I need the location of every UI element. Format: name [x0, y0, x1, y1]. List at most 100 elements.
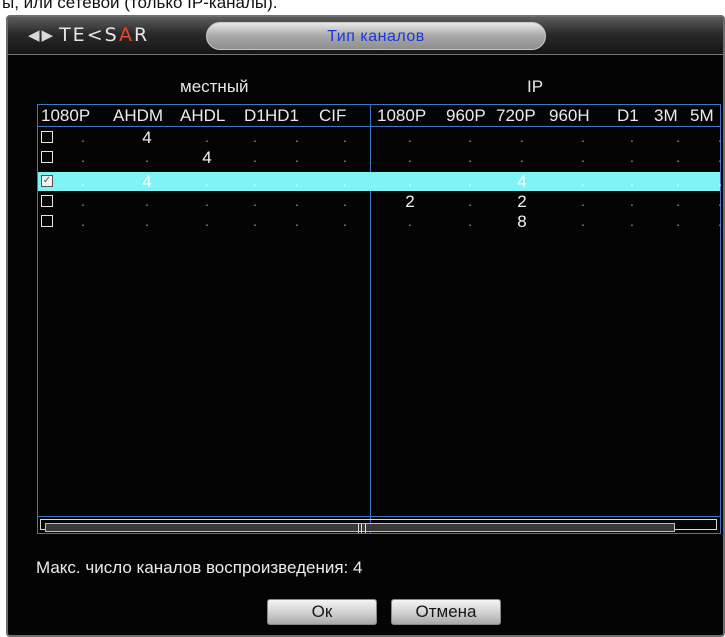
column-header-local-cif: CIF [319, 106, 347, 125]
empty-cell-ip-d1[interactable]: . [628, 212, 636, 230]
empty-cell-ip-1080p[interactable]: . [406, 172, 414, 190]
empty-cell-local-ahdm[interactable]: . [143, 192, 151, 210]
empty-cell-ip-3m[interactable]: . [674, 192, 682, 210]
empty-cell-local-1080p[interactable]: . [79, 192, 87, 210]
channel-type-dialog: ◀▶ TE<SAR Тип каналов местный IP 1080P AH… [6, 15, 725, 637]
empty-cell-local-hd1[interactable]: . [293, 212, 301, 230]
channel-count-local-ahdm[interactable]: 4 [130, 128, 164, 147]
empty-cell-local-1080p[interactable]: . [79, 128, 87, 146]
empty-cell-local-d1[interactable]: . [251, 128, 259, 146]
empty-cell-ip-d1[interactable]: . [628, 192, 636, 210]
empty-cell-local-hd1[interactable]: . [293, 148, 301, 166]
ok-button[interactable]: Ок [267, 599, 377, 625]
empty-cell-ip-5m[interactable]: . [716, 148, 723, 166]
empty-cell-local-d1[interactable]: . [251, 212, 259, 230]
empty-cell-ip-960h[interactable]: . [579, 212, 587, 230]
column-header-local-hd1: HD1 [265, 106, 300, 125]
scroll-track[interactable] [40, 519, 717, 533]
empty-cell-local-ahdm[interactable]: . [143, 212, 151, 230]
empty-cell-ip-1080p[interactable]: . [406, 128, 414, 146]
empty-cell-local-d1[interactable]: . [251, 172, 259, 190]
empty-cell-local-cif[interactable]: . [341, 212, 349, 230]
channel-row[interactable]: ✓. 4...... 4.... [38, 172, 722, 191]
channel-row[interactable]: .. 4.......... [38, 148, 722, 167]
dialog-title: Тип каналов [327, 28, 425, 45]
empty-cell-local-hd1[interactable]: . [293, 172, 301, 190]
empty-cell-local-cif[interactable]: . [341, 128, 349, 146]
empty-cell-local-hd1[interactable]: . [293, 192, 301, 210]
empty-cell-local-hd1[interactable]: . [293, 128, 301, 146]
empty-cell-ip-1080p[interactable]: . [406, 212, 414, 230]
empty-cell-ip-5m[interactable]: . [716, 128, 723, 146]
empty-cell-ip-5m[interactable]: . [716, 212, 723, 230]
empty-cell-local-ahdm[interactable]: . [143, 148, 151, 166]
row-checkbox[interactable] [41, 195, 53, 207]
column-header-row: 1080P AHDM AHDL D1 HD1 CIF 1080P 960P 720P 960H D1… [38, 105, 720, 127]
column-header-ip-960h: 960H [549, 106, 590, 125]
document-partial-text: ы, или сетевой (только IP-каналы). [2, 0, 278, 12]
empty-cell-ip-960h[interactable]: . [579, 148, 587, 166]
title-capsule: Тип каналов [206, 22, 546, 50]
local-group-header: местный [180, 77, 249, 96]
row-checkbox[interactable] [41, 131, 53, 143]
logo-arrows-icon: ◀▶ [28, 26, 56, 44]
empty-cell-ip-3m[interactable]: . [674, 148, 682, 166]
row-checkbox[interactable] [41, 151, 53, 163]
channel-count-local-ahdl[interactable]: 4 [190, 148, 224, 167]
empty-cell-ip-960h[interactable]: . [579, 128, 587, 146]
empty-cell-local-ahdl[interactable]: . [203, 172, 211, 190]
channel-row[interactable]: ........ 8.... [38, 212, 722, 231]
channel-count-ip-720p[interactable]: 2 [505, 192, 539, 211]
local-ip-divider [370, 105, 371, 533]
empty-cell-local-cif[interactable]: . [341, 172, 349, 190]
channel-count-ip-720p[interactable]: 4 [505, 172, 539, 191]
empty-cell-local-d1[interactable]: . [251, 192, 259, 210]
empty-cell-ip-960p[interactable]: . [466, 148, 474, 166]
empty-cell-local-ahdl[interactable]: . [203, 212, 211, 230]
channel-count-ip-1080p[interactable]: 2 [393, 192, 427, 211]
empty-cell-ip-d1[interactable]: . [628, 128, 636, 146]
empty-cell-ip-d1[interactable]: . [628, 172, 636, 190]
empty-cell-ip-720p[interactable]: . [518, 148, 526, 166]
horizontal-scrollbar[interactable] [38, 516, 720, 533]
column-header-local-ahdm: AHDM [113, 106, 164, 125]
channel-table: 1080P AHDM AHDL D1 HD1 CIF 1080P 960P 720P 960H D1… [37, 104, 722, 534]
channel-count-ip-720p[interactable]: 8 [505, 212, 539, 231]
empty-cell-ip-720p[interactable]: . [518, 128, 526, 146]
logo-text: TE<SAR [59, 24, 150, 46]
empty-cell-ip-1080p[interactable]: . [406, 148, 414, 166]
column-header-local-1080p: 1080P [41, 106, 91, 125]
empty-cell-ip-3m[interactable]: . [674, 212, 682, 230]
empty-cell-ip-d1[interactable]: . [628, 148, 636, 166]
empty-cell-ip-5m[interactable]: . [716, 172, 723, 190]
empty-cell-local-cif[interactable]: . [341, 148, 349, 166]
empty-cell-ip-960p[interactable]: . [466, 192, 474, 210]
empty-cell-local-d1[interactable]: . [251, 148, 259, 166]
empty-cell-ip-960h[interactable]: . [579, 172, 587, 190]
empty-cell-ip-960p[interactable]: . [466, 128, 474, 146]
column-header-ip-1080p: 1080P [377, 106, 427, 125]
scroll-thumb[interactable] [45, 523, 675, 533]
cancel-button[interactable]: Отмена [391, 599, 501, 625]
channel-count-local-ahdm[interactable]: 4 [130, 172, 164, 191]
column-header-ip-960p: 960P [446, 106, 486, 125]
ip-group-header: IP [527, 77, 544, 96]
empty-cell-local-1080p[interactable]: . [79, 148, 87, 166]
empty-cell-local-cif[interactable]: . [341, 192, 349, 210]
empty-cell-ip-960h[interactable]: . [579, 192, 587, 210]
channel-row[interactable]: . 4........... [38, 128, 722, 147]
empty-cell-ip-3m[interactable]: . [674, 172, 682, 190]
column-header-local-ahdl: AHDL [180, 106, 226, 125]
row-checkbox[interactable]: ✓ [41, 175, 53, 187]
empty-cell-local-1080p[interactable]: . [79, 212, 87, 230]
empty-cell-ip-960p[interactable]: . [466, 212, 474, 230]
channel-row[interactable]: ...... 2. 2.... [38, 192, 722, 211]
empty-cell-ip-3m[interactable]: . [674, 128, 682, 146]
empty-cell-local-ahdl[interactable]: . [203, 192, 211, 210]
empty-cell-ip-960p[interactable]: . [466, 172, 474, 190]
empty-cell-ip-5m[interactable]: . [716, 192, 723, 210]
row-checkbox[interactable] [41, 215, 53, 227]
empty-cell-local-ahdl[interactable]: . [203, 128, 211, 146]
column-header-local-d1: D1 [244, 106, 266, 125]
empty-cell-local-1080p[interactable]: . [79, 172, 87, 190]
